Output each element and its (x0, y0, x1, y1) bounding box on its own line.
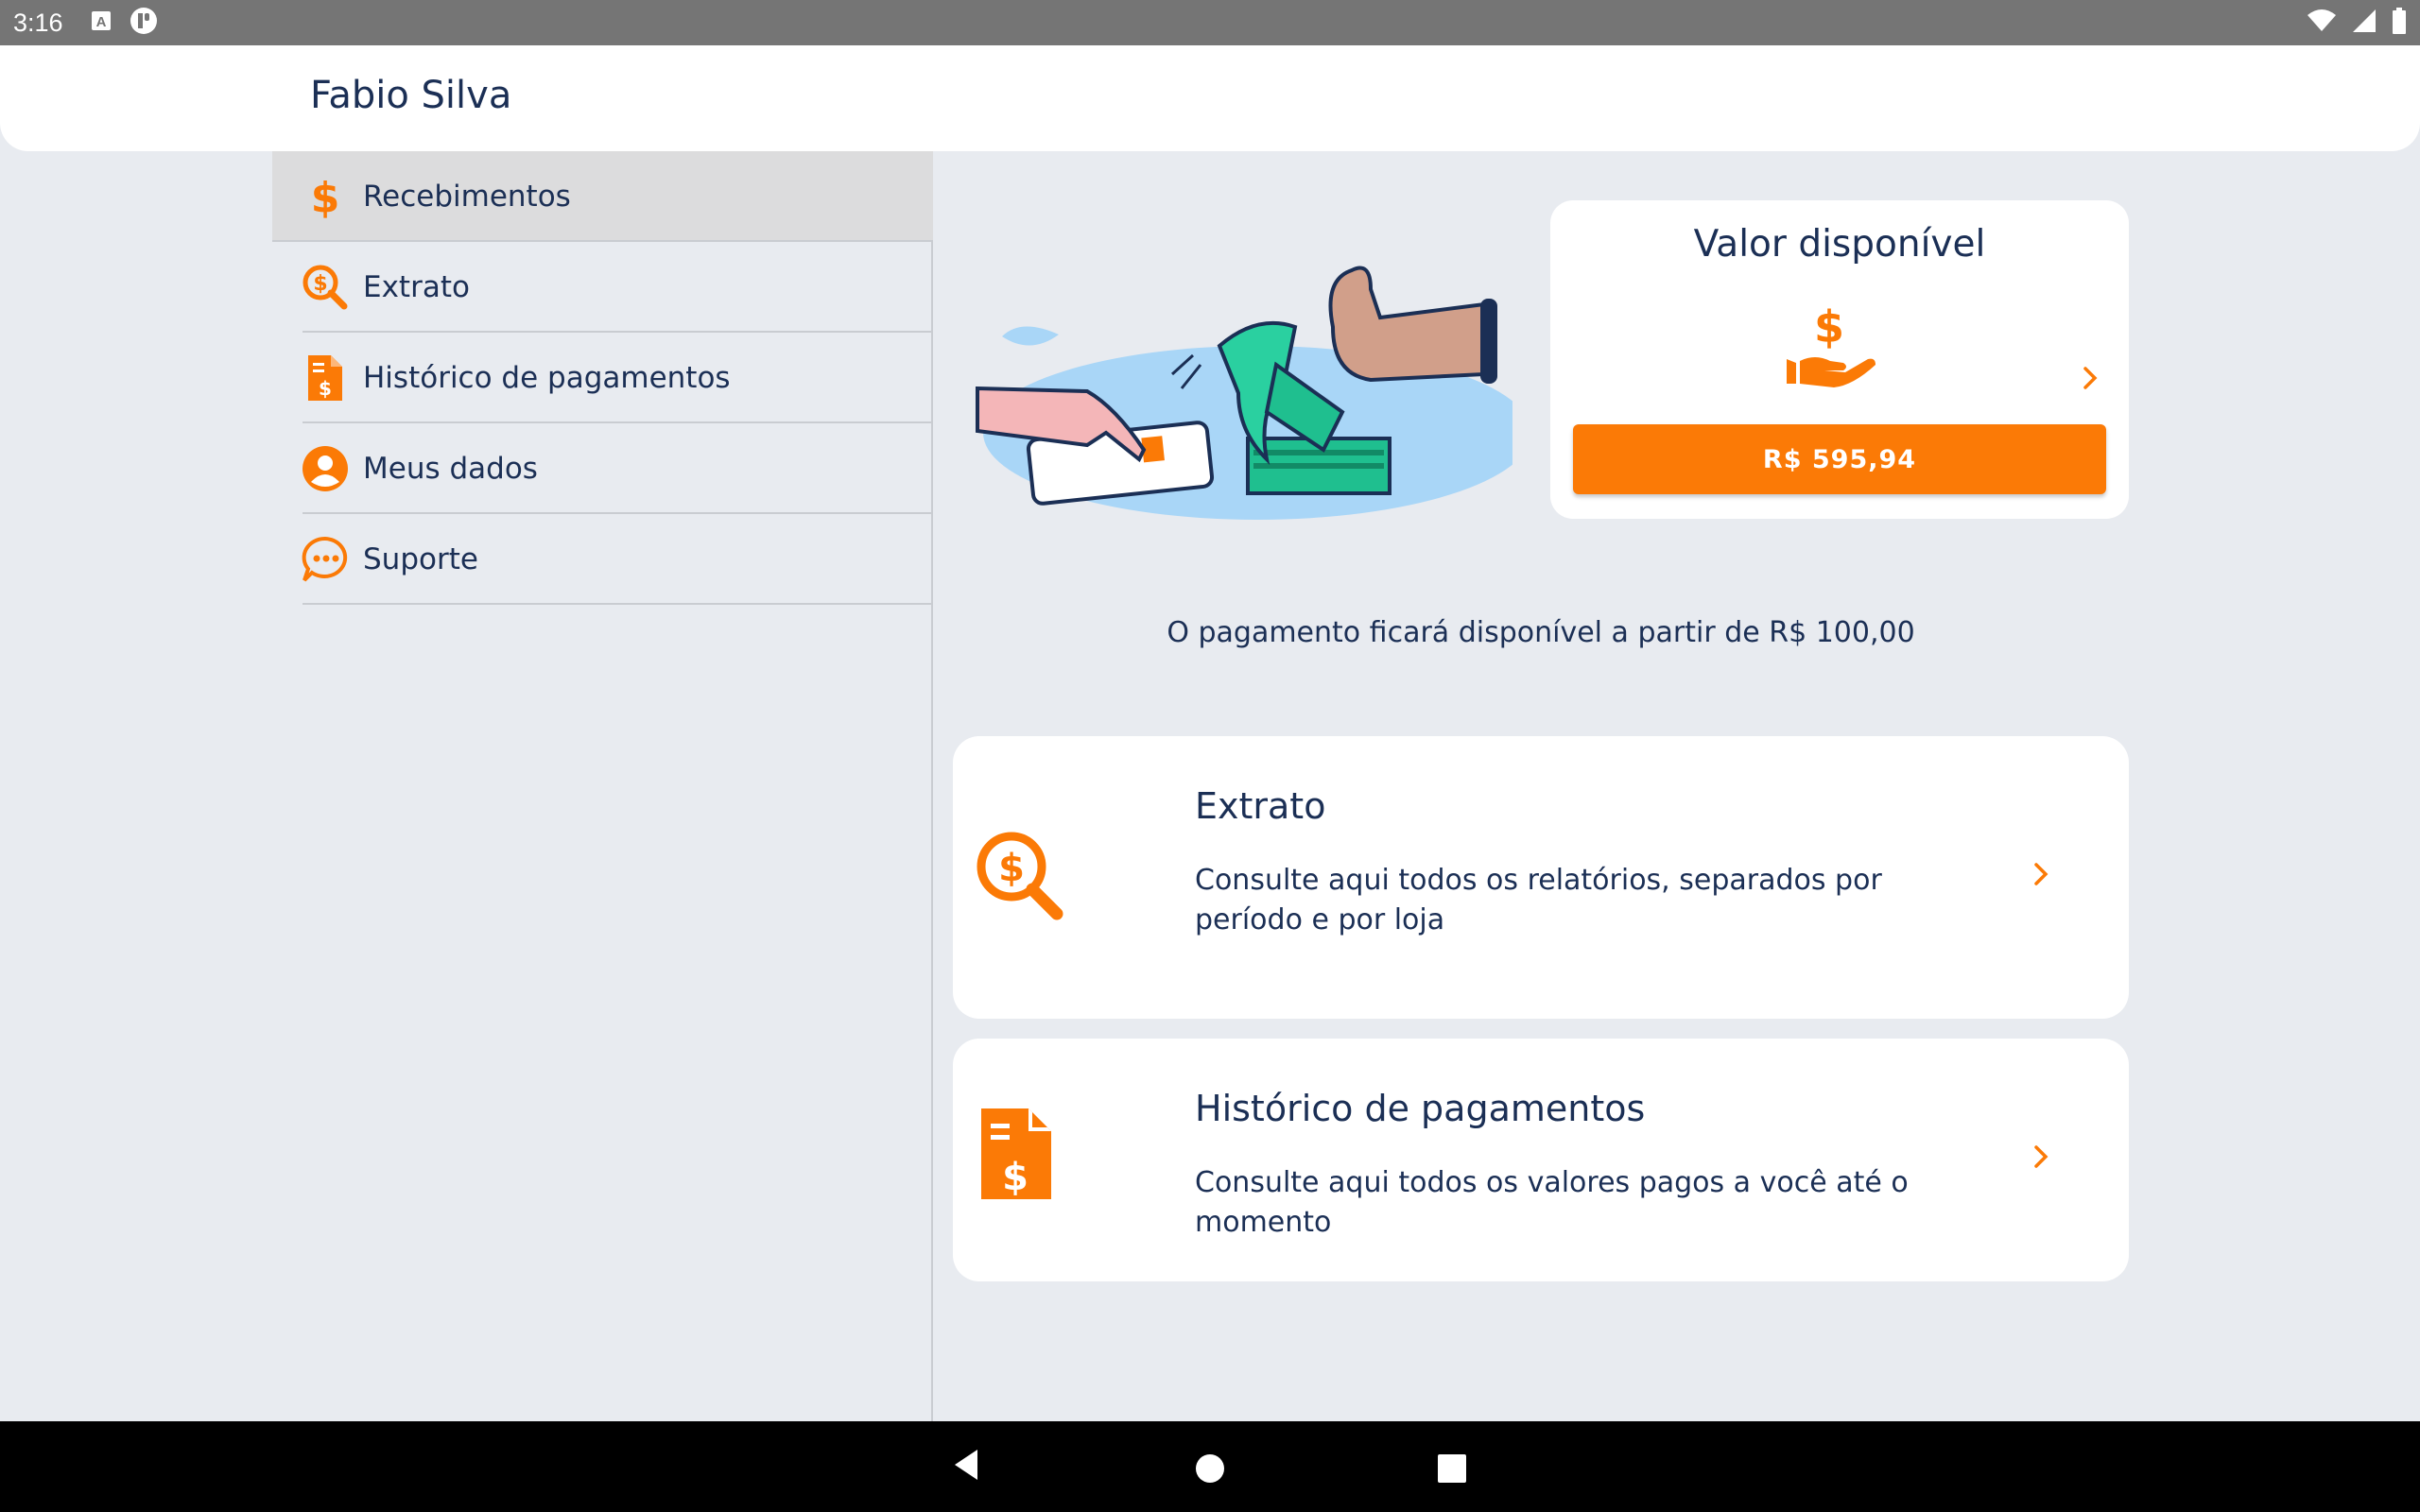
back-icon[interactable] (951, 1446, 981, 1488)
app-header: Fabio Silva (0, 45, 2420, 151)
card-title: Extrato (1195, 785, 1326, 827)
user-icon (301, 444, 350, 493)
card-title: Histórico de pagamentos (1195, 1088, 1646, 1129)
sidebar-item-suporte[interactable]: Suporte (272, 514, 933, 605)
notification-app-icon (130, 7, 158, 40)
sidebar-item-label: Histórico de pagamentos (363, 361, 731, 395)
svg-text:$: $ (319, 377, 332, 400)
sidebar-item-extrato[interactable]: $ Extrato (272, 242, 933, 333)
wifi-icon (2307, 9, 2337, 38)
battery-icon (2392, 7, 2407, 39)
search-dollar-icon: $ (970, 827, 1074, 936)
payment-notice: O pagamento ficará disponível a partir d… (1167, 616, 1915, 649)
svg-text:$: $ (1002, 1156, 1028, 1199)
sidebar-item-label: Extrato (363, 270, 470, 304)
sidebar-item-label: Meus dados (363, 452, 538, 486)
card-description: Consulte aqui todos os relatórios, separ… (1195, 864, 1882, 936)
card-description: Consulte aqui todos os valores pagos a v… (1195, 1166, 1909, 1239)
sidebar-item-label: Suporte (363, 542, 478, 576)
invoice-dollar-icon: $ (301, 353, 350, 403)
svg-text:$: $ (311, 174, 340, 221)
chevron-right-icon[interactable] (2076, 361, 2104, 395)
cell-signal-icon (2352, 9, 2377, 38)
user-name: Fabio Silva (310, 74, 512, 117)
sidebar-item-meus-dados[interactable]: Meus dados (272, 423, 933, 514)
payment-illustration (974, 223, 1531, 525)
invoice-dollar-icon: $ (979, 1107, 1055, 1208)
chevron-right-icon[interactable] (2027, 857, 2055, 891)
sidebar-item-label: Recebimentos (363, 180, 571, 214)
historico-card[interactable]: $ Histórico de pagamentos Consulte aqui … (953, 1039, 2129, 1281)
sidebar-item-historico[interactable]: $ Histórico de pagamentos (272, 333, 933, 423)
svg-text:$: $ (998, 847, 1025, 890)
sidebar-item-recebimentos[interactable]: $ Recebimentos (272, 151, 933, 242)
svg-text:A: A (95, 14, 106, 30)
status-bar: 3:16 A (0, 0, 2420, 45)
status-time: 3:16 (13, 8, 63, 37)
notification-a-icon: A (90, 9, 112, 37)
hand-dollar-icon: $ (1777, 301, 1881, 395)
chat-icon (301, 535, 350, 584)
available-value-card[interactable]: Valor disponível $ R$ 595,94 (1550, 200, 2129, 519)
sidebar: $ Recebimentos $ Extrato $ Histórico de … (272, 151, 933, 1421)
recents-icon[interactable] (1437, 1453, 1467, 1488)
chevron-right-icon[interactable] (2027, 1140, 2055, 1174)
search-dollar-icon: $ (301, 263, 350, 312)
dollar-icon: $ (301, 172, 350, 222)
available-value-title: Valor disponível (1693, 223, 1986, 266)
extrato-card[interactable]: $ Extrato Consulte aqui todos os relatór… (953, 736, 2129, 1019)
system-nav-bar (0, 1421, 2420, 1512)
divider (302, 603, 933, 605)
available-amount-button[interactable]: R$ 595,94 (1573, 424, 2106, 494)
svg-text:$: $ (313, 272, 327, 296)
home-icon[interactable] (1195, 1453, 1225, 1488)
svg-text:$: $ (1814, 301, 1844, 352)
